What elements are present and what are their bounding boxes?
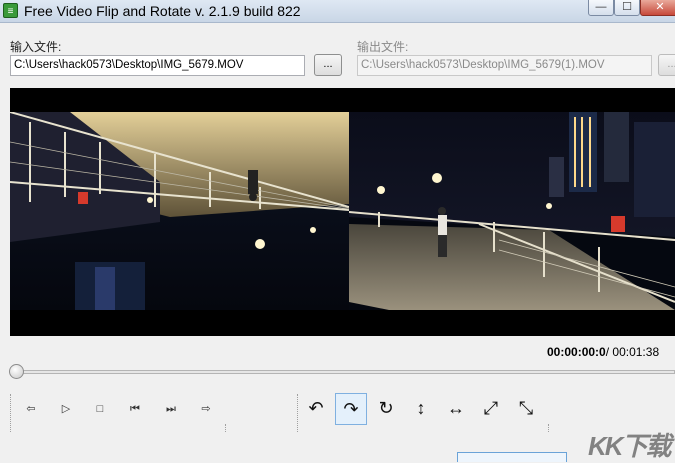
prev-frame-button[interactable]: ⏮ xyxy=(124,398,146,420)
rotate-180-button[interactable]: ↻ xyxy=(370,393,402,425)
input-file-label: 输入文件: xyxy=(10,40,62,54)
next-frame-button[interactable]: ⏭ xyxy=(160,398,182,420)
anti-diagonal-flip-button[interactable]: ⤡ xyxy=(510,393,542,425)
maximize-button[interactable]: ☐ xyxy=(614,0,640,16)
input-file-field[interactable]: C:\Users\hack0573\Desktop\IMG_5679.MOV xyxy=(10,55,305,76)
current-time: 00:00:00:0 xyxy=(547,345,606,359)
minimize-button[interactable]: — xyxy=(588,0,614,16)
rotate-right-button[interactable]: ↷ xyxy=(335,393,367,425)
video-preview xyxy=(10,88,675,336)
step-back-button[interactable]: ⇦ xyxy=(20,398,42,420)
close-button[interactable]: ✕ xyxy=(640,0,675,16)
watermark-logo: KK下载 xyxy=(588,431,672,461)
flip-vertical-button[interactable]: ↕ xyxy=(405,393,437,425)
rotate-left-button[interactable]: ↶ xyxy=(300,393,332,425)
output-file-field[interactable]: C:\Users\hack0573\Desktop\IMG_5679(1).MO… xyxy=(357,55,652,76)
play-button[interactable]: ▷ xyxy=(55,398,77,420)
output-browse-button[interactable]: ... xyxy=(658,54,675,76)
input-browse-button[interactable]: ... xyxy=(314,54,342,76)
output-file-label: 输出文件: xyxy=(357,40,409,54)
step-forward-button[interactable]: ⇨ xyxy=(195,398,217,420)
toolbar-separator xyxy=(297,394,299,432)
total-time: 00:01:38 xyxy=(612,345,660,359)
flip-horizontal-button[interactable]: ↔ xyxy=(440,393,472,425)
toolbar-separator xyxy=(225,424,227,432)
save-button[interactable] xyxy=(457,452,567,462)
output-frame xyxy=(349,112,675,310)
toolbar-separator xyxy=(10,394,12,432)
stop-button[interactable]: □ xyxy=(89,398,111,420)
toolbar-separator xyxy=(548,424,550,432)
window-title: Free Video Flip and Rotate v. 2.1.9 buil… xyxy=(24,3,301,19)
time-readout: 00:00:00:0/ 00:01:38 xyxy=(547,345,659,359)
diagonal-flip-button[interactable]: ⤢ xyxy=(475,393,507,425)
source-frame xyxy=(10,112,349,310)
app-icon: ≡ xyxy=(3,3,18,18)
seek-thumb[interactable] xyxy=(9,364,24,379)
seek-track[interactable] xyxy=(12,370,675,374)
title-bar: ≡ Free Video Flip and Rotate v. 2.1.9 bu… xyxy=(0,0,675,23)
time-separator: / xyxy=(605,345,610,359)
